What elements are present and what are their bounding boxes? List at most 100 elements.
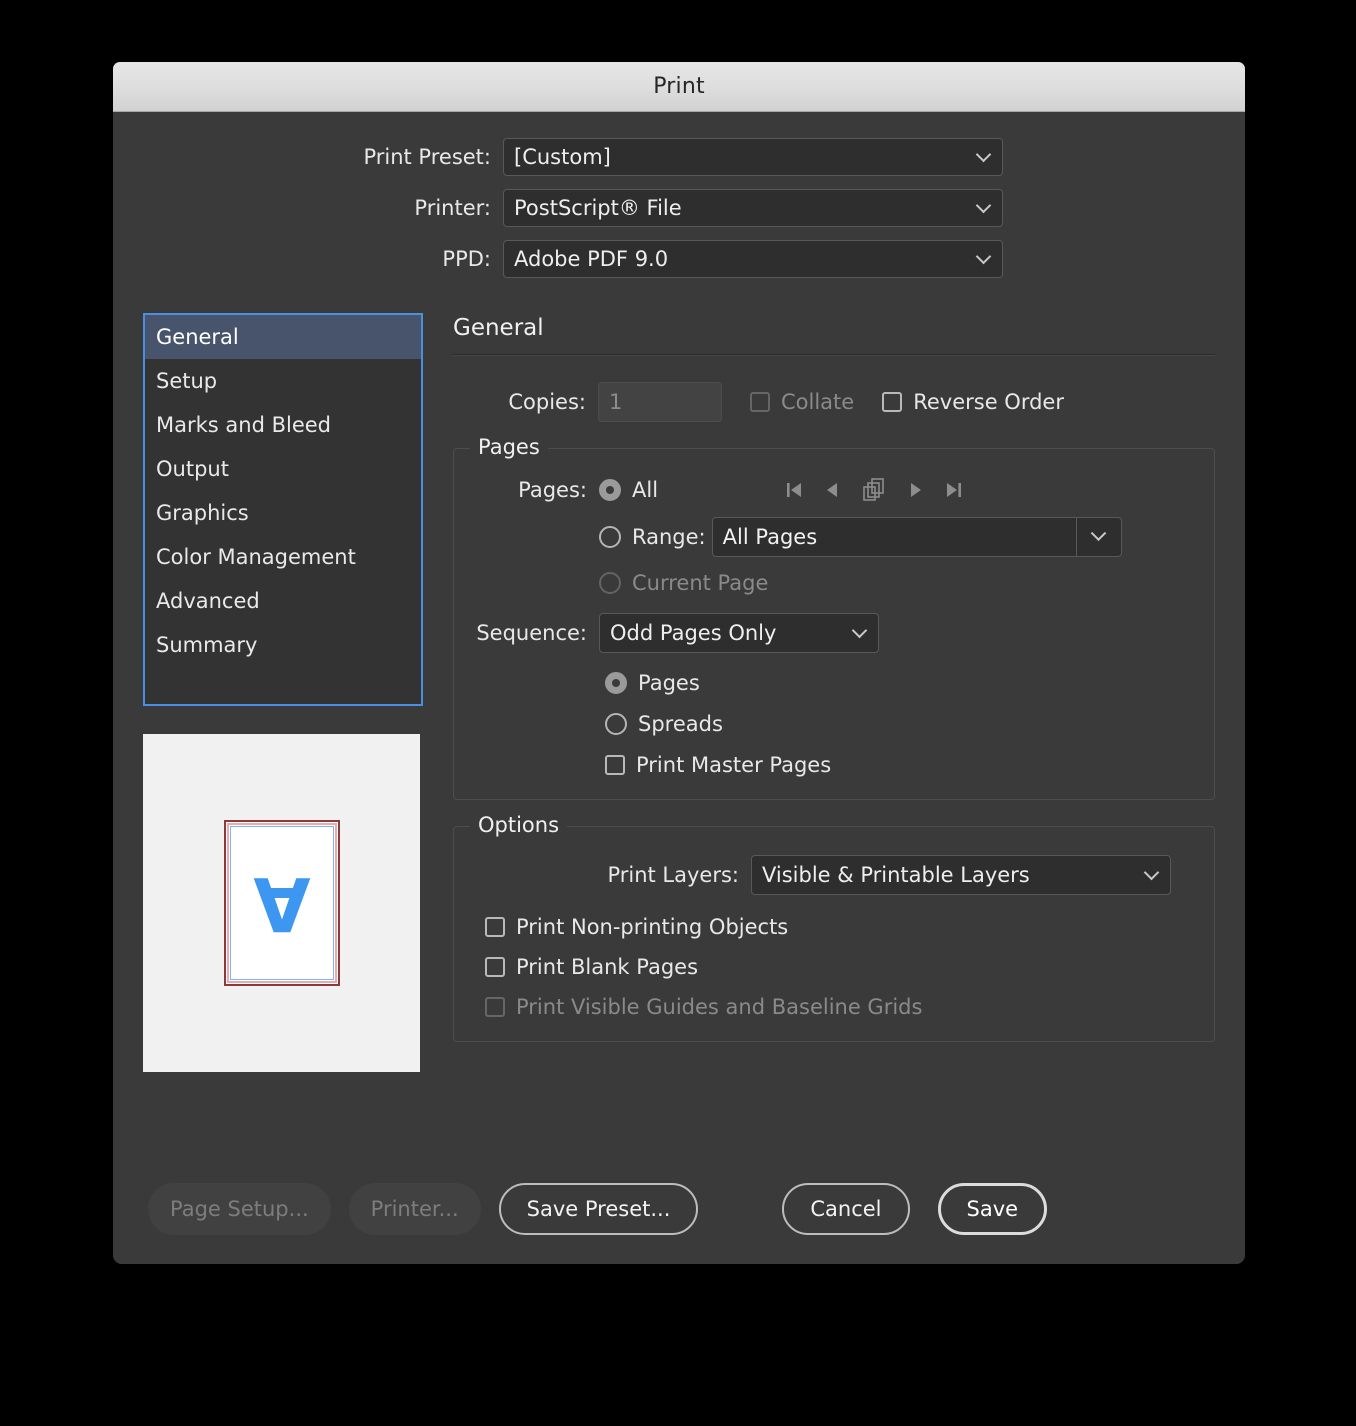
- range-dropdown-button[interactable]: [1075, 518, 1121, 556]
- spreads-radio-row[interactable]: Spreads: [605, 712, 1194, 736]
- printer-button-label: Printer...: [370, 1197, 459, 1221]
- sidebar-item-label: Advanced: [156, 589, 260, 613]
- print-visible-guides-row: Print Visible Guides and Baseline Grids: [485, 995, 1194, 1019]
- sidebar-item-label: Graphics: [156, 501, 249, 525]
- printer-row: Printer: PostScript® File: [113, 189, 1245, 227]
- print-preset-value: [Custom]: [514, 145, 611, 169]
- ppd-label: PPD:: [442, 247, 491, 271]
- pages-group: Pages Pages: All Range: All Pages Curren…: [453, 435, 1215, 800]
- collate-checkbox-row[interactable]: Collate: [750, 390, 854, 414]
- checkbox-icon[interactable]: [605, 755, 625, 775]
- sidebar-item-marks-and-bleed[interactable]: Marks and Bleed: [145, 403, 421, 447]
- sidebar-item-graphics[interactable]: Graphics: [145, 491, 421, 535]
- print-visible-guides-label: Print Visible Guides and Baseline Grids: [516, 995, 923, 1019]
- panel-title: General: [453, 315, 544, 341]
- sidebar-item-label: General: [156, 325, 239, 349]
- chevron-down-icon: [854, 625, 867, 638]
- pages-stack-icon[interactable]: [860, 477, 888, 503]
- sidebar-item-label: Summary: [156, 633, 258, 657]
- print-preset-row: Print Preset: [Custom]: [113, 138, 1245, 176]
- sidebar-item-label: Color Management: [156, 545, 356, 569]
- checkbox-icon[interactable]: [485, 957, 505, 977]
- copies-row: Copies: 1 Collate Reverse Order: [453, 382, 1215, 422]
- print-preset-dropdown[interactable]: [Custom]: [503, 138, 1003, 176]
- panel-divider: [453, 354, 1215, 356]
- sidebar-item-advanced[interactable]: Advanced: [145, 579, 421, 623]
- sidebar-item-summary[interactable]: Summary: [145, 623, 421, 667]
- dialog-footer: Page Setup... Printer... Save Preset... …: [113, 1154, 1245, 1264]
- copies-input[interactable]: 1: [598, 382, 722, 422]
- print-layers-dropdown[interactable]: Visible & Printable Layers: [751, 855, 1171, 895]
- ppd-value: Adobe PDF 9.0: [514, 247, 669, 271]
- sidebar-item-general[interactable]: General: [145, 315, 421, 359]
- radio-icon: [599, 572, 621, 594]
- current-page-label: Current Page: [632, 571, 769, 595]
- checkbox-icon[interactable]: [485, 917, 505, 937]
- cancel-label: Cancel: [810, 1197, 882, 1221]
- radio-icon[interactable]: [599, 526, 621, 548]
- general-panel: General Copies: 1 Collate Reverse Order …: [423, 313, 1245, 1072]
- print-non-printing-objects-row[interactable]: Print Non-printing Objects: [485, 915, 1194, 939]
- printer-label: Printer:: [414, 196, 491, 220]
- sequence-dropdown[interactable]: Odd Pages Only: [599, 613, 879, 653]
- dialog-body: Print Preset: [Custom] Printer: PostScri…: [113, 112, 1245, 1264]
- ppd-row: PPD: Adobe PDF 9.0: [113, 240, 1245, 278]
- top-fields: Print Preset: [Custom] Printer: PostScri…: [113, 112, 1245, 278]
- range-value[interactable]: All Pages: [713, 518, 1076, 556]
- spreads-label: Spreads: [638, 712, 723, 736]
- collate-label: Collate: [781, 390, 855, 414]
- checkbox-icon[interactable]: [750, 392, 770, 412]
- pages-radio-row[interactable]: Pages: [605, 671, 1194, 695]
- radio-icon[interactable]: [605, 713, 627, 735]
- print-master-pages-row[interactable]: Print Master Pages: [605, 753, 1194, 777]
- current-page-radio-row: Current Page: [599, 571, 768, 595]
- reverse-order-label: Reverse Order: [913, 390, 1064, 414]
- pages-all-radio-row[interactable]: All: [599, 478, 658, 502]
- preview-artwork-glyph: A: [252, 860, 311, 946]
- print-layers-label: Print Layers:: [607, 863, 739, 887]
- next-page-icon[interactable]: [907, 480, 925, 500]
- dialog-main: General Setup Marks and Bleed Output Gra…: [113, 291, 1245, 1072]
- sequence-label: Sequence:: [476, 621, 587, 645]
- category-list[interactable]: General Setup Marks and Bleed Output Gra…: [143, 313, 423, 706]
- pages-range-radio-row[interactable]: Range:: [599, 525, 706, 549]
- sidebar-item-output[interactable]: Output: [145, 447, 421, 491]
- print-blank-pages-label: Print Blank Pages: [516, 955, 699, 979]
- sidebar-item-label: Setup: [156, 369, 218, 393]
- pages-label: Pages:: [518, 478, 587, 502]
- cancel-button[interactable]: Cancel: [782, 1183, 910, 1235]
- pages-range-label: Range:: [632, 525, 706, 549]
- first-page-icon[interactable]: [784, 480, 804, 500]
- reverse-order-checkbox-row[interactable]: Reverse Order: [882, 390, 1064, 414]
- sidebar-item-setup[interactable]: Setup: [145, 359, 421, 403]
- pages-radio-label: Pages: [638, 671, 700, 695]
- dialog-titlebar: Print: [113, 62, 1245, 112]
- ppd-dropdown[interactable]: Adobe PDF 9.0: [503, 240, 1003, 278]
- range-dropdown[interactable]: All Pages: [711, 517, 1122, 557]
- save-preset-button[interactable]: Save Preset...: [498, 1183, 699, 1235]
- chevron-down-icon: [978, 200, 991, 213]
- sidebar-item-color-management[interactable]: Color Management: [145, 535, 421, 579]
- printer-value: PostScript® File: [514, 196, 682, 220]
- chevron-down-icon: [1146, 867, 1159, 880]
- preview-page-sheet: A: [223, 820, 340, 986]
- save-button[interactable]: Save: [937, 1183, 1048, 1235]
- checkbox-icon[interactable]: [882, 392, 903, 412]
- dialog-title: Print: [653, 74, 705, 99]
- radio-icon[interactable]: [605, 672, 627, 694]
- page-setup-button: Page Setup...: [148, 1183, 331, 1235]
- radio-icon[interactable]: [599, 479, 621, 501]
- save-label: Save: [966, 1197, 1019, 1221]
- printer-dropdown[interactable]: PostScript® File: [503, 189, 1003, 227]
- print-layers-row: Print Layers: Visible & Printable Layers: [474, 855, 1194, 895]
- print-preset-label: Print Preset:: [363, 145, 491, 169]
- chevron-down-icon: [978, 149, 991, 162]
- page-setup-label: Page Setup...: [170, 1197, 309, 1221]
- pages-group-legend: Pages: [470, 435, 548, 459]
- last-page-icon[interactable]: [944, 480, 964, 500]
- chevron-down-icon: [1090, 524, 1107, 541]
- options-group: Options Print Layers: Visible & Printabl…: [453, 813, 1215, 1042]
- previous-page-icon[interactable]: [823, 480, 841, 500]
- print-blank-pages-row[interactable]: Print Blank Pages: [485, 955, 1194, 979]
- pages-all-row: Pages: All: [474, 477, 1194, 503]
